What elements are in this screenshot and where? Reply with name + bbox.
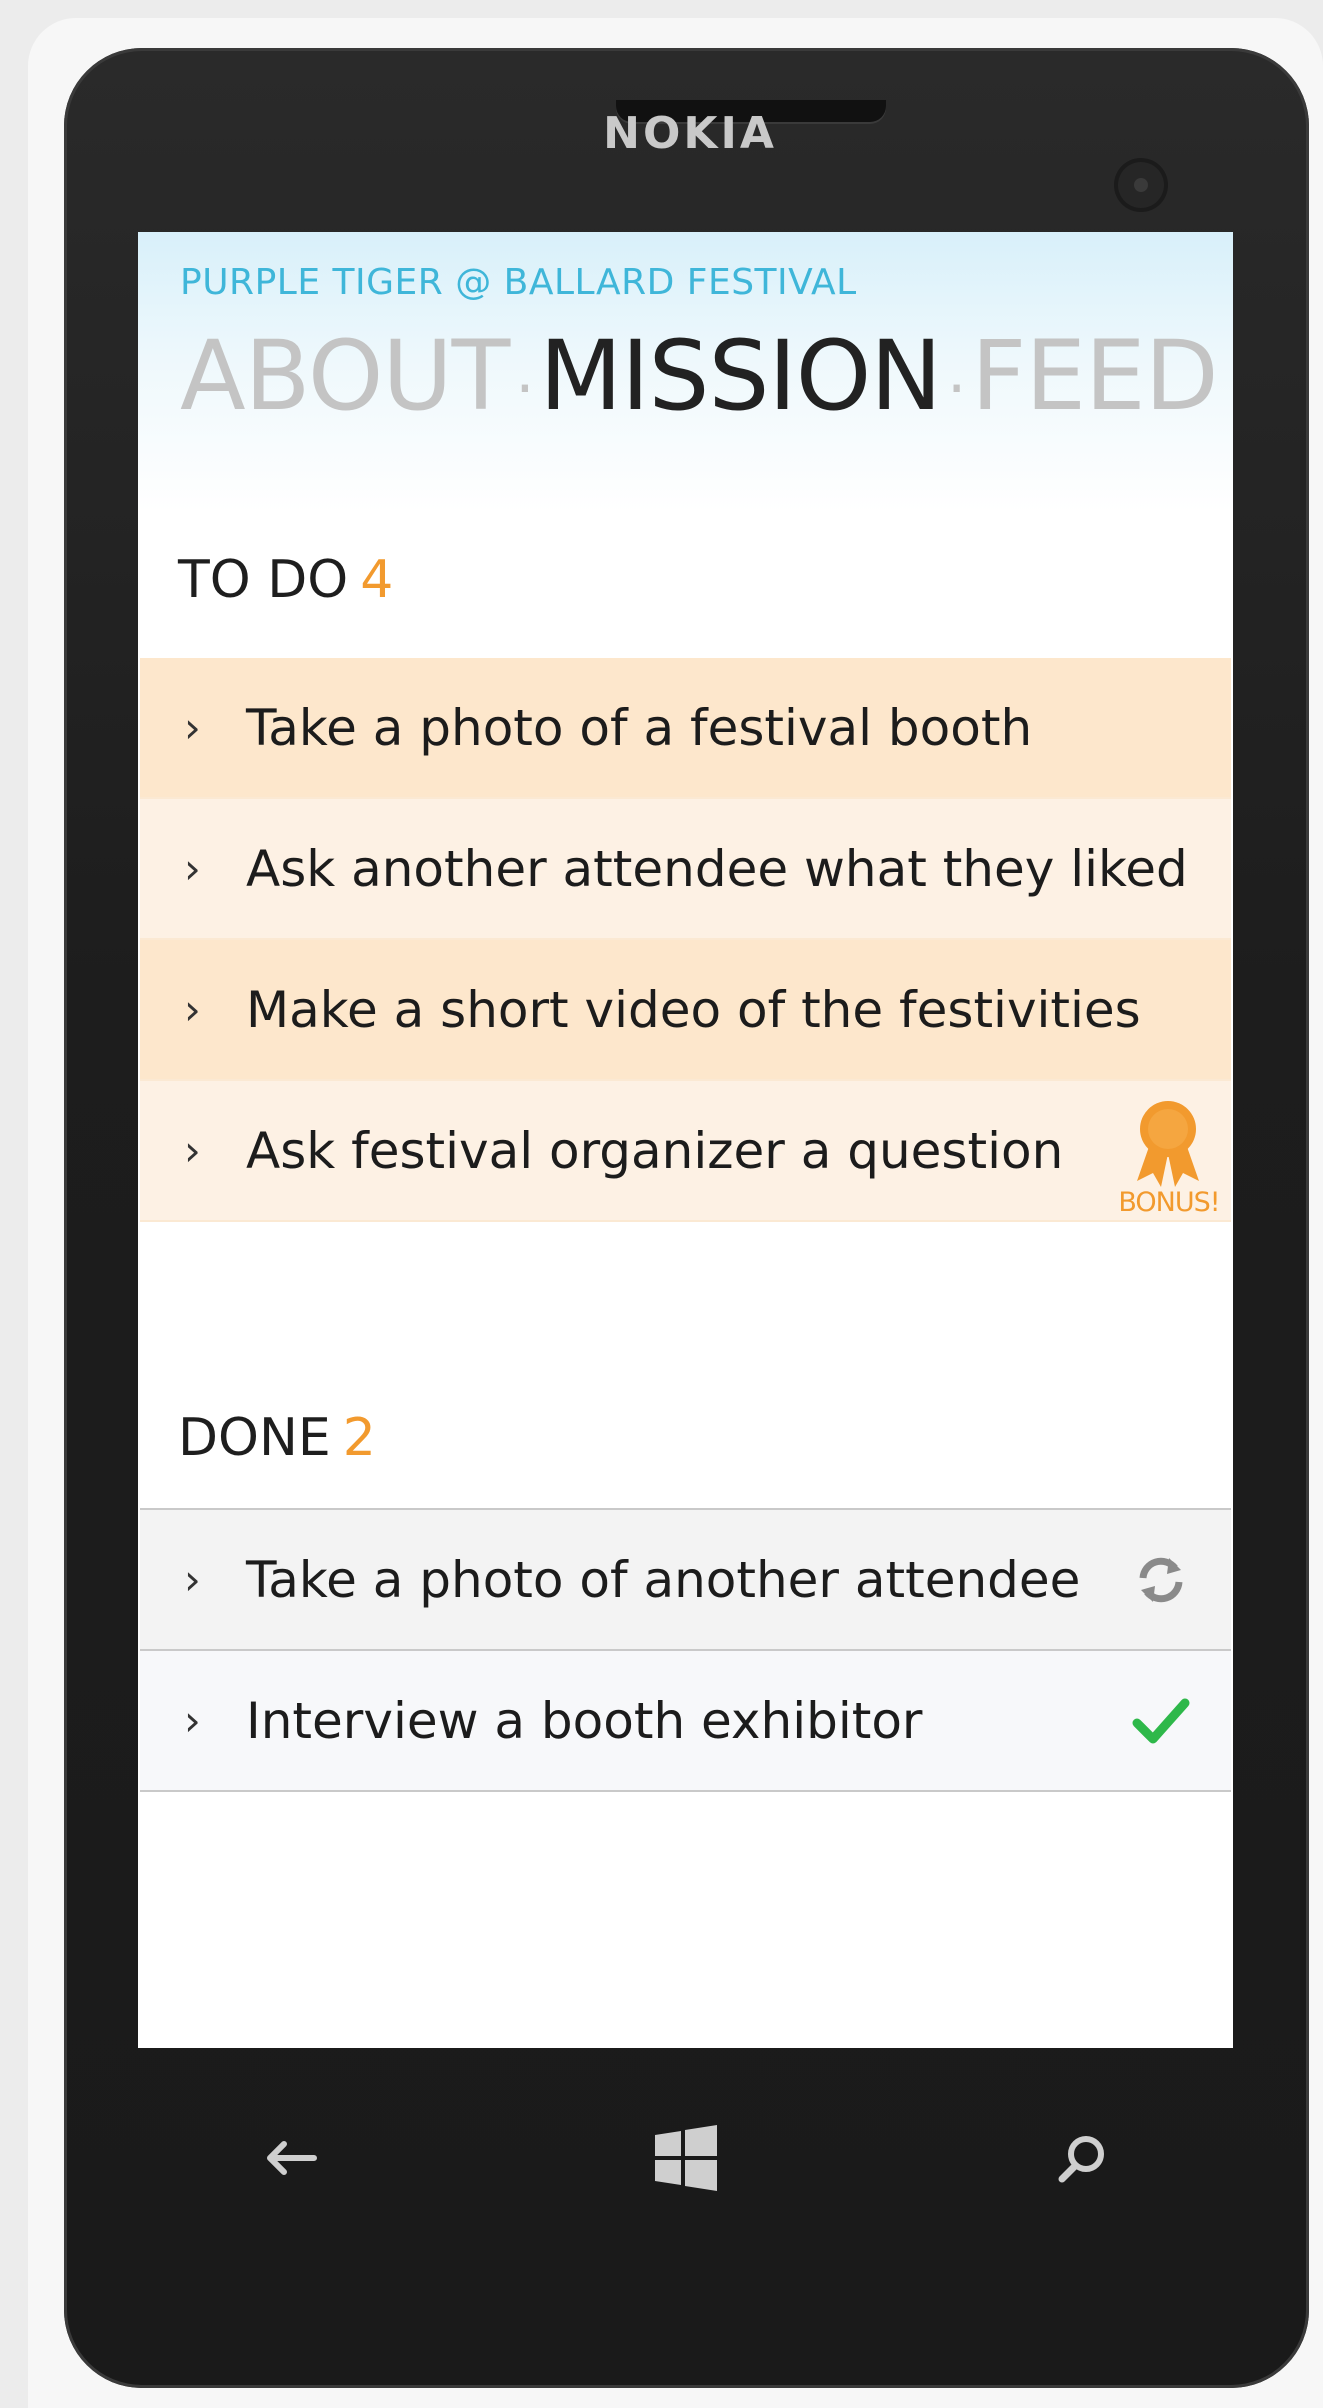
- chevron-right-icon: ›: [184, 844, 201, 893]
- screen-header: PURPLE TIGER @ BALLARD FESTIVAL ABOUT ·MI…: [138, 232, 1233, 512]
- app-title: PURPLE TIGER @ BALLARD FESTIVAL: [180, 262, 857, 303]
- chevron-right-icon: ›: [184, 985, 201, 1034]
- front-camera-icon: [1114, 158, 1168, 212]
- chevron-right-icon: ›: [184, 1126, 201, 1175]
- todo-item-label: Ask another attendee what they liked: [246, 839, 1188, 898]
- todo-heading-label: TO DO: [178, 550, 349, 610]
- done-heading-label: DONE: [178, 1408, 331, 1468]
- done-item-label: Take a photo of another attendee: [246, 1550, 1081, 1609]
- done-item-label: Interview a booth exhibitor: [246, 1691, 923, 1750]
- pivot-separator: ·: [947, 354, 966, 424]
- todo-item-label: Make a short video of the festivities: [246, 980, 1141, 1039]
- todo-list: › Take a photo of a festival booth › Ask…: [140, 658, 1231, 1222]
- done-item[interactable]: › Take a photo of another attendee: [140, 1510, 1231, 1651]
- todo-item[interactable]: › Ask festival organizer a question BONU…: [140, 1081, 1231, 1222]
- bonus-badge: BONUS!: [1113, 1097, 1223, 1218]
- done-item[interactable]: › Interview a booth exhibitor: [140, 1651, 1231, 1792]
- todo-item-label: Ask festival organizer a question: [246, 1121, 1064, 1180]
- todo-item[interactable]: › Ask another attendee what they liked: [140, 799, 1231, 940]
- chevron-right-icon: ›: [184, 1555, 201, 1604]
- done-list: › Take a photo of another attendee › Int…: [140, 1508, 1231, 1792]
- search-button[interactable]: [1032, 2108, 1132, 2208]
- todo-count: 4: [360, 550, 394, 610]
- todo-item-label: Take a photo of a festival booth: [246, 698, 1033, 757]
- ribbon-award-icon: [1137, 1101, 1199, 1187]
- hardware-nav-bar: [138, 2048, 1233, 2268]
- pivot-separator: ·: [515, 354, 534, 424]
- start-button[interactable]: [636, 2108, 736, 2208]
- todo-item[interactable]: › Make a short video of the festivities: [140, 940, 1231, 1081]
- back-button[interactable]: [240, 2108, 340, 2208]
- sync-icon[interactable]: [1131, 1550, 1191, 1610]
- tab-about[interactable]: ABOUT: [180, 328, 510, 424]
- tab-feed[interactable]: FEED: [971, 328, 1218, 424]
- pivot-header: ABOUT ·MISSION ·FEED: [180, 328, 1219, 424]
- bonus-label: BONUS!: [1118, 1187, 1220, 1218]
- brand-logo: NOKIA: [603, 108, 777, 159]
- done-count: 2: [342, 1408, 376, 1468]
- chevron-right-icon: ›: [184, 703, 201, 752]
- tab-mission[interactable]: MISSION: [539, 328, 942, 424]
- done-heading: DONE 2: [178, 1408, 376, 1468]
- windows-start-icon: [655, 2125, 717, 2191]
- chevron-right-icon: ›: [184, 1696, 201, 1745]
- checkmark-icon: [1132, 1698, 1190, 1744]
- search-icon: [1058, 2136, 1104, 2183]
- phone-screen: PURPLE TIGER @ BALLARD FESTIVAL ABOUT ·MI…: [138, 232, 1233, 2048]
- todo-item[interactable]: › Take a photo of a festival booth: [140, 658, 1231, 799]
- back-arrow-icon: [267, 2141, 317, 2175]
- todo-heading: TO DO 4: [178, 550, 393, 610]
